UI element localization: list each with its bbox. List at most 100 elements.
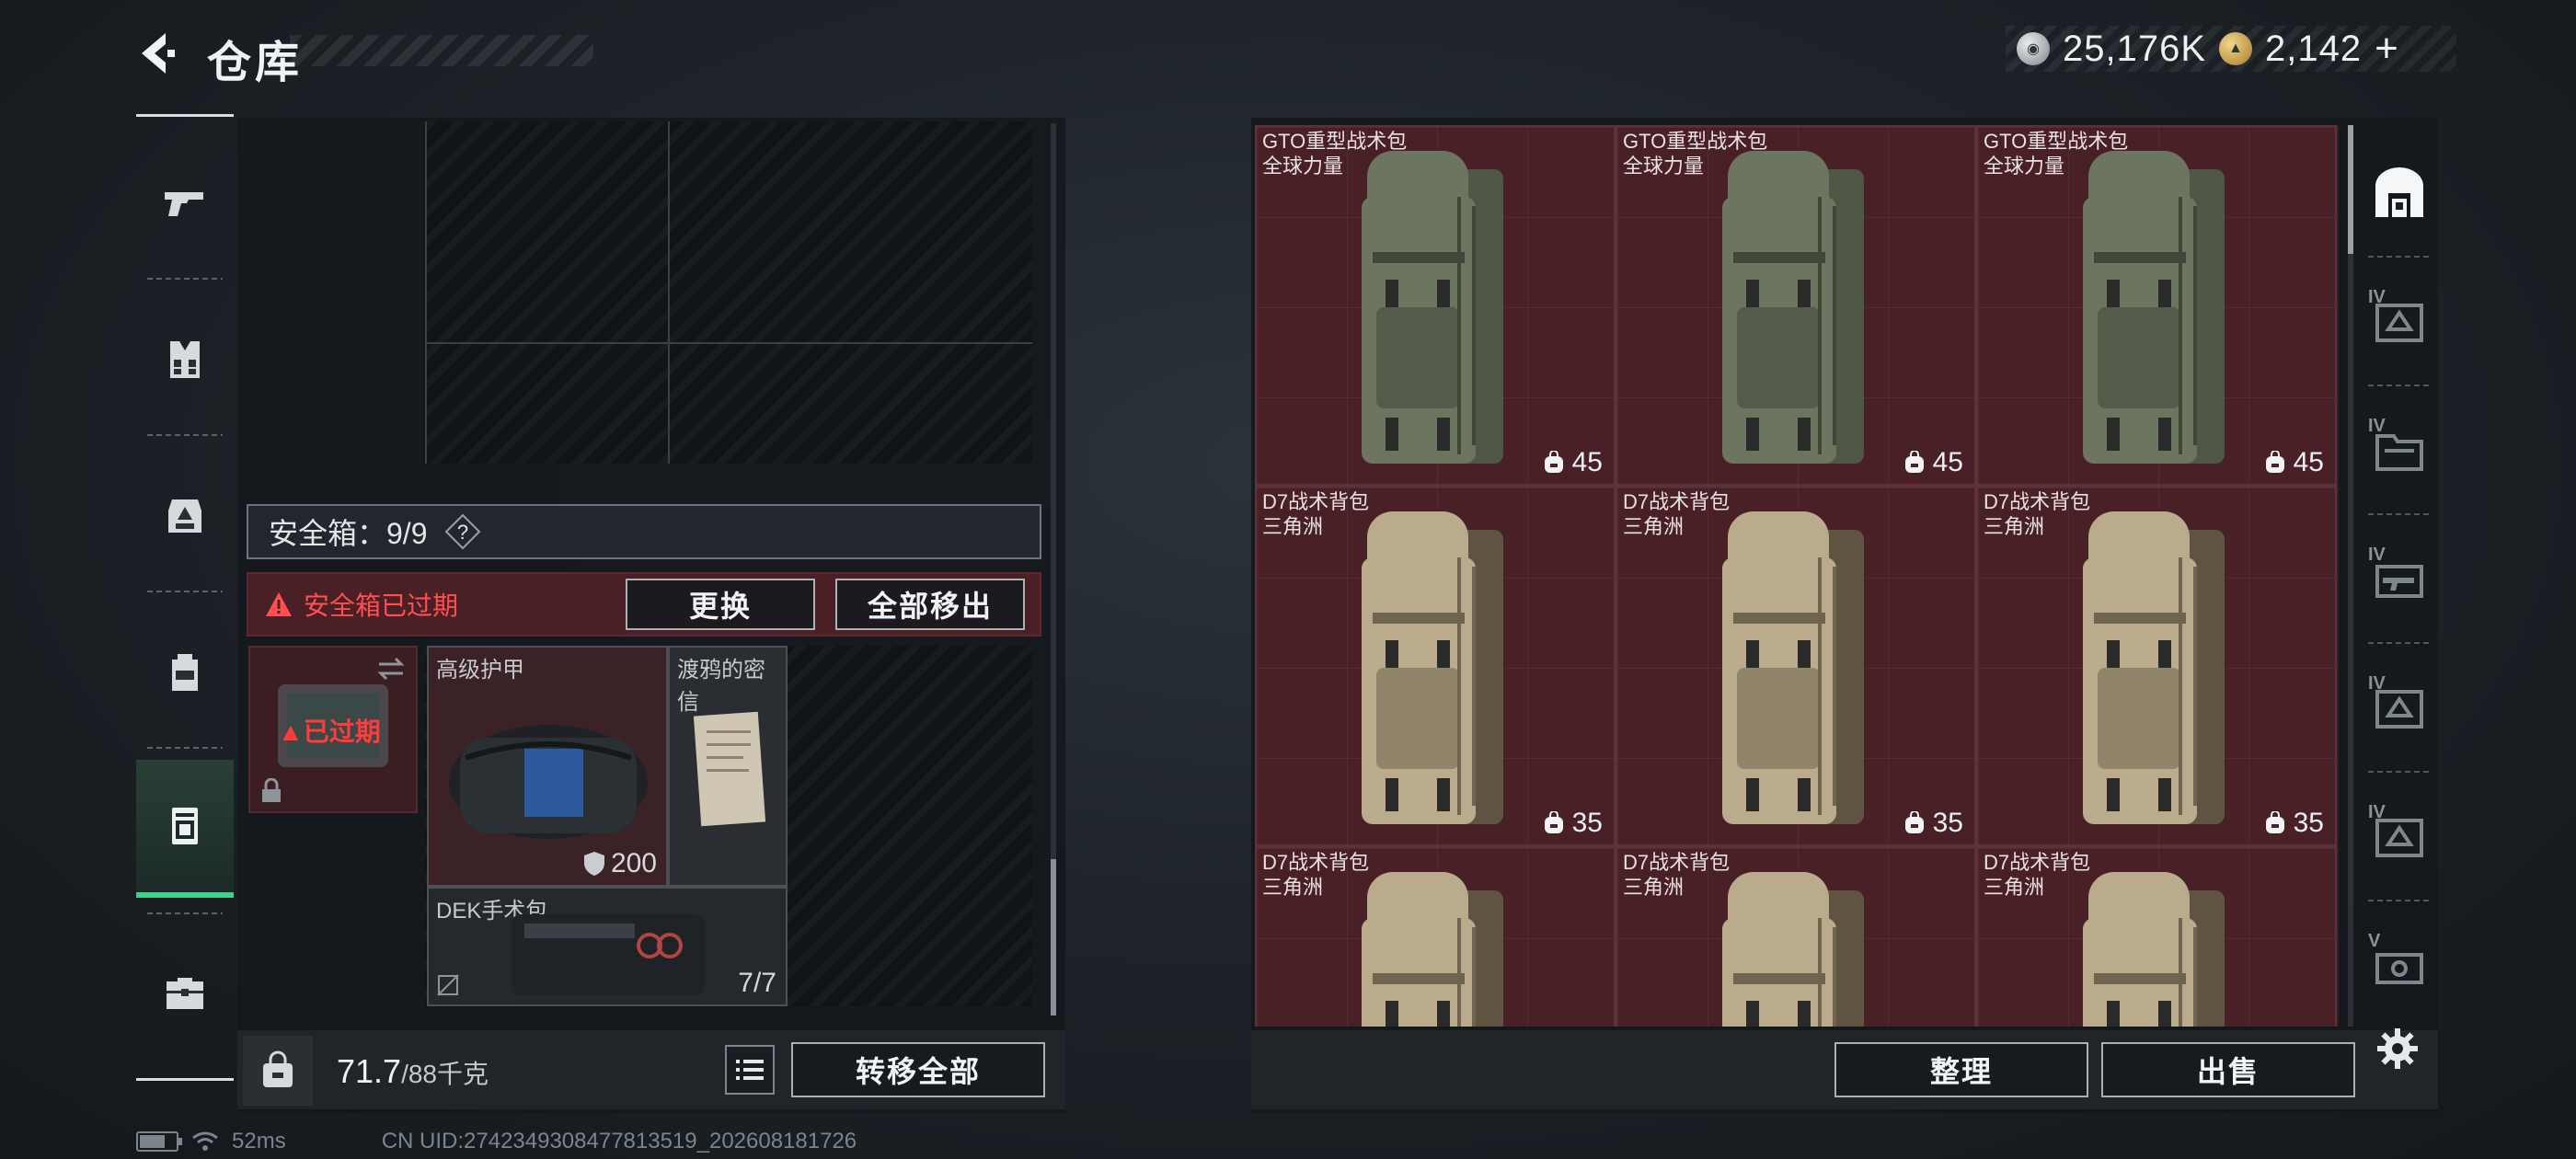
backpack-image (2083, 872, 2225, 1027)
container-grid[interactable] (425, 121, 1032, 464)
sort-button[interactable]: 整理 (1834, 1042, 2088, 1097)
stash-item-name: D7战术背包 三角洲 (1623, 850, 1730, 900)
add-currency-button[interactable]: + (2375, 26, 2398, 72)
stash-item-name: GTO重型战术包 全球力量 (1623, 129, 1767, 178)
silver-coin-icon: ◉ (2017, 32, 2050, 65)
backpack-image (2083, 151, 2225, 464)
stash-item[interactable]: GTO重型战术包 全球力量 45 (1616, 125, 1976, 486)
stash-item-capacity: 45 (1543, 447, 1603, 478)
tab-chest-rig[interactable] (136, 447, 234, 585)
stash-item[interactable]: D7战术背包 三角洲 (1976, 846, 2337, 1027)
stash-item[interactable]: GTO重型战术包 全球力量 45 (1255, 125, 1616, 486)
stash-tab-2[interactable]: IV (2363, 396, 2436, 506)
item-title: D7战术背包 (1623, 851, 1731, 874)
stash-tab-4[interactable]: IV (2363, 653, 2436, 763)
shield-icon (583, 852, 604, 876)
stash-item[interactable]: D7战术背包 三角洲 (1616, 846, 1976, 1027)
capacity-value: 45 (2293, 447, 2324, 477)
pistol-icon (165, 192, 203, 216)
stash-item-capacity: 35 (1903, 808, 1963, 839)
tab-briefcase[interactable] (136, 925, 234, 1063)
settings-button[interactable] (2370, 1021, 2425, 1076)
capacity-bag-icon (2265, 451, 2284, 473)
tab-safebox[interactable] (136, 760, 234, 898)
tier-label: V (2368, 931, 2381, 951)
ping-text: 52ms (232, 1129, 286, 1153)
stash-tab-5[interactable]: IV (2363, 782, 2436, 892)
replace-button[interactable]: 更换 (626, 579, 815, 630)
remove-all-button[interactable]: 全部移出 (835, 579, 1025, 630)
chest-rig-icon (168, 499, 201, 533)
stash-item[interactable]: D7战术背包 三角洲 35 (1255, 486, 1616, 846)
stash-item[interactable]: D7战术背包 三角洲 (1255, 846, 1616, 1027)
capacity-value: 35 (2293, 808, 2324, 838)
item-brand: 全球力量 (1262, 155, 1344, 178)
stash-tab-overview[interactable] (2363, 138, 2436, 248)
stash-item-capacity: 45 (2264, 447, 2324, 478)
tab-separator (2368, 384, 2432, 386)
weight-bag-icon (263, 1050, 293, 1087)
weight-lock-button[interactable] (243, 1036, 313, 1106)
capacity-value: 45 (1932, 447, 1963, 477)
tier-label: IV (2368, 545, 2386, 565)
gear-icon (2377, 1028, 2418, 1069)
item-brand: 三角洲 (1984, 515, 2045, 538)
stash-item[interactable]: D7战术背包 三角洲 35 (1616, 486, 1976, 846)
stash-item-capacity: 35 (2264, 808, 2324, 839)
capacity-value: 35 (1571, 808, 1603, 838)
inventory-scrollbar-thumb[interactable] (1051, 859, 1056, 1016)
category-rail (136, 116, 234, 1082)
expired-safebox-slot[interactable]: ▲已过期 (248, 646, 418, 813)
weight-max: /88千克 (401, 1060, 489, 1088)
stash-item-name: D7战术背包 三角洲 (1984, 489, 2090, 539)
tab-backpack[interactable] (136, 603, 234, 741)
rail-separator (147, 591, 223, 592)
back-button[interactable] (129, 26, 184, 81)
page-title: 仓库 (207, 39, 304, 87)
lock-icon (262, 778, 281, 802)
tab-vest[interactable] (136, 291, 234, 429)
list-icon (736, 1060, 764, 1080)
stash-grid[interactable]: GTO重型战术包 全球力量 45 GTO重型战术包 全球力量 45 GTO重型战术包 全球力量… (1255, 125, 2339, 1027)
stash-item-name: D7战术背包 三角洲 (1262, 489, 1369, 539)
item-brand: 全球力量 (1623, 155, 1705, 178)
list-view-button[interactable] (725, 1045, 775, 1095)
sell-button[interactable]: 出售 (2101, 1042, 2355, 1097)
item-title: D7战术背包 (1984, 490, 2091, 513)
rail-separator (147, 278, 223, 280)
tab-separator (2368, 900, 2432, 901)
item-surgery-kit[interactable]: DEK手术包 7/7 (427, 887, 788, 1006)
transfer-all-button[interactable]: 转移全部 (791, 1042, 1045, 1097)
surgery-kit-uses: 7/7 (738, 968, 776, 998)
item-brand: 三角洲 (1984, 876, 2045, 899)
tier-label: IV (2368, 416, 2386, 436)
tab-pistol[interactable] (136, 134, 234, 272)
tier-label: IV (2368, 673, 2386, 694)
stash-tab-3[interactable]: IV (2363, 524, 2436, 635)
rail-separator (147, 912, 223, 914)
capacity-value: 35 (1932, 808, 1963, 838)
safebox-capacity-label: 安全箱：9/9 (269, 517, 428, 550)
help-mark: ? (456, 521, 467, 544)
item-brand: 三角洲 (1623, 876, 1685, 899)
stash-scrollbar-thumb[interactable] (2348, 125, 2353, 254)
stash-item-name: D7战术背包 三角洲 (1984, 850, 2090, 900)
tier-label: IV (2368, 287, 2386, 307)
rail-separator (147, 747, 223, 749)
tab-separator (2368, 513, 2432, 515)
stash-item[interactable]: D7战术背包 三角洲 35 (1976, 486, 2337, 846)
help-button[interactable]: ? (444, 513, 481, 550)
tier-label: IV (2368, 802, 2386, 822)
stash-tab-6[interactable]: V (2363, 911, 2436, 1021)
armor-durability: 200 (583, 848, 657, 879)
gold-currency-value: 2,142 (2265, 28, 2363, 69)
item-brand: 三角洲 (1623, 515, 1685, 538)
stash-tab-1[interactable]: IV (2363, 267, 2436, 377)
tab-separator (2368, 256, 2432, 258)
stash-item[interactable]: GTO重型战术包 全球力量 45 (1976, 125, 2337, 486)
item-armor[interactable]: 高级护甲 200 (427, 646, 668, 887)
tab-separator (2368, 771, 2432, 773)
item-letter[interactable]: 渡鸦的密信 (668, 646, 788, 887)
stash-scrollbar[interactable] (2348, 125, 2353, 1027)
silver-currency-value: 25,176K (2063, 28, 2207, 69)
